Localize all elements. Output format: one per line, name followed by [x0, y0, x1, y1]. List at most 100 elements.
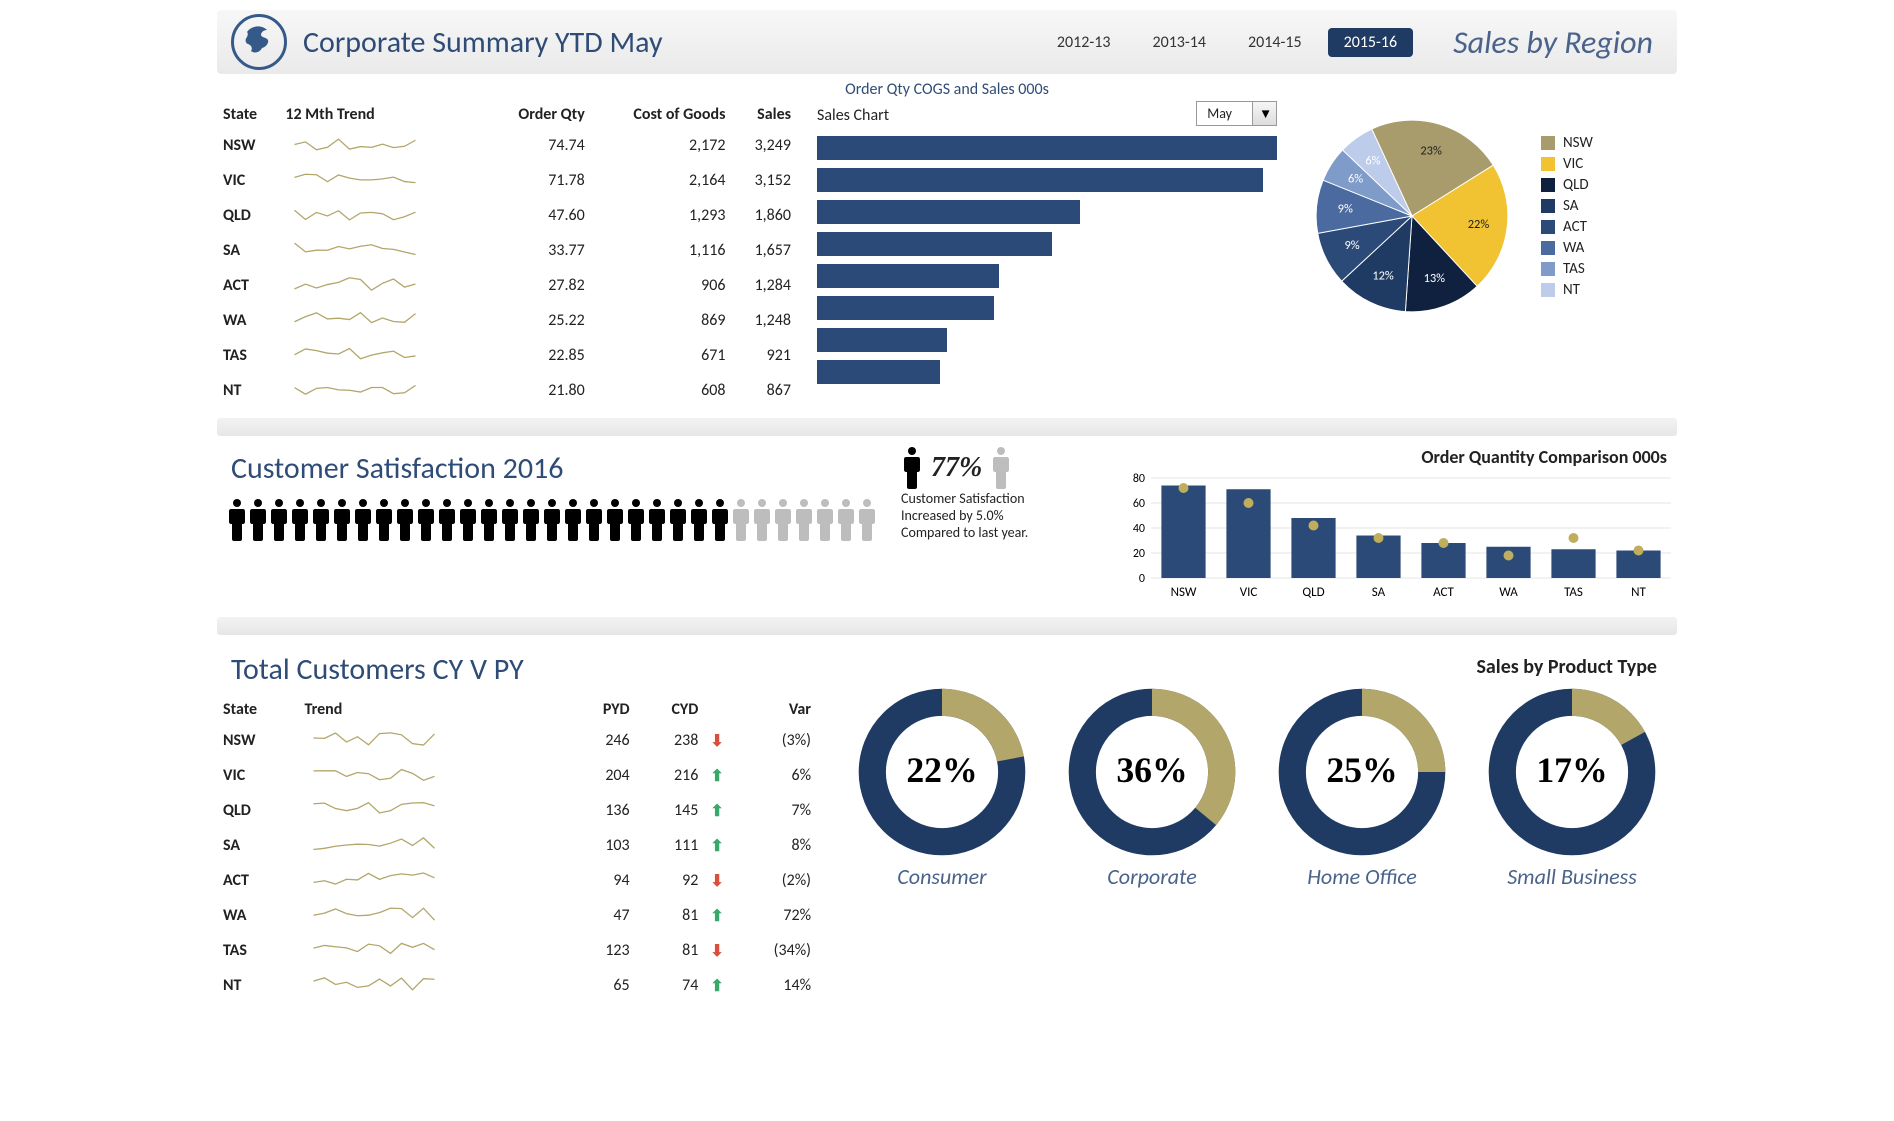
cell-state: NSW: [217, 723, 298, 758]
cell-trend: [279, 338, 485, 373]
month-value: May: [1197, 102, 1252, 125]
cell-trend: [279, 268, 485, 303]
cell-trend: [298, 758, 567, 793]
person-icon: [647, 497, 667, 543]
axis-label: SA: [1372, 585, 1386, 600]
person-icon: [668, 497, 688, 543]
person-icon: [416, 497, 436, 543]
cell-pyd: 103: [567, 828, 636, 863]
year-tab[interactable]: 2012-13: [1041, 28, 1127, 57]
sales-bar: [817, 294, 1277, 322]
cell-pyd: 65: [567, 968, 636, 1003]
cell-sales: 1,860: [731, 198, 797, 233]
axis-label: ACT: [1433, 585, 1454, 600]
cell-var: (3%): [730, 723, 817, 758]
divider: [217, 617, 1677, 635]
cell-state: TAS: [217, 338, 279, 373]
region-pie: 23%22%13%12%9%9%6%6% NSWVICQLDSAACTWATAS…: [1297, 101, 1677, 331]
oq-marker: [1504, 551, 1514, 561]
sales-bar-chart: Sales Chart May ▼: [817, 101, 1277, 390]
pie-slice-label: 6%: [1365, 153, 1380, 168]
person-icon: [731, 497, 751, 543]
person-icon: [332, 497, 352, 543]
cell-cyd: 111: [636, 828, 705, 863]
table-row: TAS 123 81 ⬇ (34%): [217, 933, 817, 968]
donut: 36%Corporate: [1067, 687, 1237, 890]
table-row: NSW 246 238 ⬇ (3%): [217, 723, 817, 758]
cell-pyd: 94: [567, 863, 636, 898]
month-select[interactable]: May ▼: [1196, 101, 1277, 126]
axis-tick: 0: [1139, 572, 1145, 586]
legend-item: QLD: [1541, 176, 1593, 194]
dropdown-icon[interactable]: ▼: [1252, 102, 1276, 125]
cs-note: Compared to last year.: [901, 524, 1093, 541]
legend-swatch: [1541, 157, 1555, 171]
pie-slice-label: 6%: [1348, 172, 1363, 187]
person-icon: [458, 497, 478, 543]
cell-sales: 3,249: [731, 128, 797, 163]
cell-qty: 25.22: [485, 303, 591, 338]
cell-state: WA: [217, 898, 298, 933]
sales-bar: [817, 198, 1277, 226]
person-icon: [395, 497, 415, 543]
cell-state: ACT: [217, 863, 298, 898]
cell-cyd: 81: [636, 933, 705, 968]
legend-swatch: [1541, 241, 1555, 255]
table-row: SA 33.77 1,116 1,657: [217, 233, 797, 268]
legend-item: WA: [1541, 239, 1593, 257]
cell-var: 72%: [730, 898, 817, 933]
divider: [217, 418, 1677, 436]
oq-marker: [1179, 483, 1189, 493]
table-row: QLD 136 145 ⬆ 7%: [217, 793, 817, 828]
cs-note: Customer Satisfaction: [901, 490, 1093, 507]
cell-state: VIC: [217, 758, 298, 793]
pie-slice-label: 9%: [1338, 201, 1353, 216]
donut-pct: 36%: [1116, 750, 1187, 790]
cust-title: Total Customers CY V PY: [231, 651, 817, 688]
axis-label: VIC: [1240, 585, 1258, 600]
year-tab[interactable]: 2013-14: [1136, 28, 1222, 57]
cell-cyd: 81: [636, 898, 705, 933]
year-tab[interactable]: 2014-15: [1232, 28, 1318, 57]
oq-bar: [1161, 486, 1205, 579]
table-row: SA 103 111 ⬆ 8%: [217, 828, 817, 863]
cell-trend: [298, 828, 567, 863]
cell-cogs: 906: [591, 268, 732, 303]
sales-bar: [817, 230, 1277, 258]
cell-sales: 867: [731, 373, 797, 408]
table-row: NT 21.80 608 867: [217, 373, 797, 408]
person-icon: [227, 497, 247, 543]
year-tab[interactable]: 2015-16: [1328, 28, 1414, 57]
sales-bar: [817, 262, 1277, 290]
cell-trend: [298, 863, 567, 898]
arrow-down-icon: ⬇: [710, 732, 723, 751]
sales-bar: [817, 166, 1277, 194]
person-icon: [815, 497, 835, 543]
region-title: Sales by Region: [1453, 23, 1653, 62]
product-type-donuts: Sales by Product Type 22%Consumer36%Corp…: [837, 645, 1677, 890]
legend-item: NT: [1541, 281, 1593, 299]
cell-sales: 3,152: [731, 163, 797, 198]
cell-state: ACT: [217, 268, 279, 303]
cell-sales: 1,284: [731, 268, 797, 303]
donut-pct: 17%: [1536, 750, 1607, 790]
col-state: State: [217, 101, 279, 128]
cell-qty: 21.80: [485, 373, 591, 408]
cell-var: (34%): [730, 933, 817, 968]
person-icon: [857, 497, 877, 543]
cell-state: NT: [217, 373, 279, 408]
legend-item: ACT: [1541, 218, 1593, 236]
sales-bar: [817, 326, 1277, 354]
cell-state: SA: [217, 828, 298, 863]
person-icon: [248, 497, 268, 543]
cell-pyd: 47: [567, 898, 636, 933]
customer-satisfaction: Customer Satisfaction 2016: [217, 446, 877, 543]
cell-cyd: 74: [636, 968, 705, 1003]
table-row: NT 65 74 ⬆ 14%: [217, 968, 817, 1003]
arrow-up-icon: ⬆: [710, 767, 723, 786]
cell-cyd: 92: [636, 863, 705, 898]
cell-state: VIC: [217, 163, 279, 198]
person-icon: [269, 497, 289, 543]
oq-title: Order Quantity Comparison 000s: [1117, 446, 1667, 468]
cell-var: (2%): [730, 863, 817, 898]
